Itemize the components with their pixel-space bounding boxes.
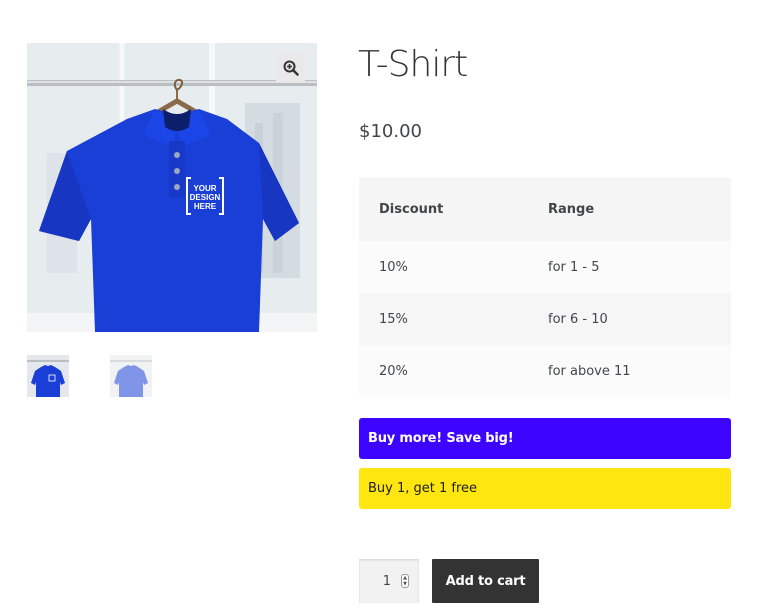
table-row: 15% for 6 - 10 — [359, 293, 731, 345]
chevron-up-icon[interactable]: ▲ — [403, 575, 407, 581]
zoom-button[interactable] — [276, 53, 305, 83]
promo-banner-save-big: Buy more! Save big! — [359, 418, 731, 459]
polo-shirt-image: YOUR DESIGN HERE — [27, 43, 317, 332]
blue-polo-thumbnail[interactable] — [27, 355, 69, 397]
thumbnail-image — [27, 355, 69, 397]
range-cell: for 6 - 10 — [528, 293, 731, 345]
quantity-input[interactable]: 1 ▲ ▼ — [359, 559, 419, 603]
product-price: $10.00 — [359, 121, 422, 142]
table-header-row: Discount Range — [359, 178, 731, 241]
column-header-range: Range — [528, 178, 731, 241]
magnifier-plus-icon — [283, 60, 299, 76]
table-row: 20% for above 11 — [359, 345, 731, 397]
svg-text:HERE: HERE — [194, 202, 217, 211]
product-main-image[interactable]: YOUR DESIGN HERE — [27, 43, 317, 332]
discount-table: Discount Range 10% for 1 - 5 15% for 6 -… — [359, 178, 731, 397]
range-cell: for above 11 — [528, 345, 731, 397]
promo-banner-bogo: Buy 1, get 1 free — [359, 468, 731, 509]
chevron-down-icon[interactable]: ▼ — [403, 581, 407, 587]
svg-text:YOUR: YOUR — [193, 184, 216, 193]
range-cell: for 1 - 5 — [528, 241, 731, 293]
quantity-value: 1 — [382, 573, 391, 589]
svg-text:DESIGN: DESIGN — [190, 193, 221, 202]
discount-cell: 20% — [359, 345, 528, 397]
column-header-discount: Discount — [359, 178, 528, 241]
discount-cell: 15% — [359, 293, 528, 345]
product-title: T-Shirt — [358, 44, 468, 85]
thumbnail-image — [110, 355, 152, 397]
add-to-cart-button[interactable]: Add to cart — [432, 559, 539, 603]
table-row: 10% for 1 - 5 — [359, 241, 731, 293]
light-blue-polo-thumbnail[interactable] — [110, 355, 152, 397]
quantity-stepper[interactable]: ▲ ▼ — [401, 574, 409, 588]
discount-cell: 10% — [359, 241, 528, 293]
